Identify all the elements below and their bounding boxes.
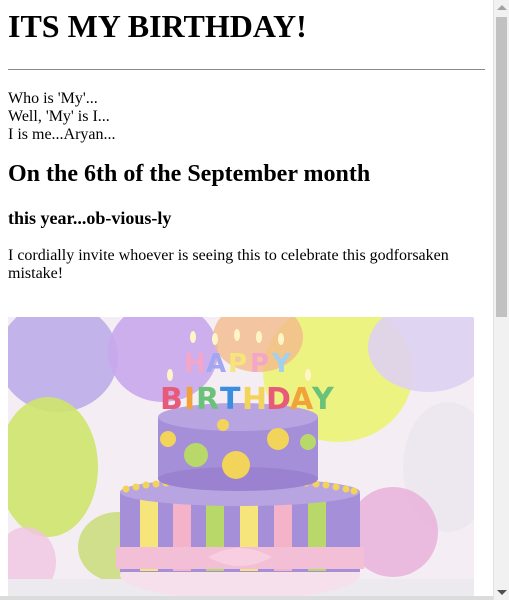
invite-text: I cordially invite whoever is seeing thi… [8, 247, 449, 282]
svg-text:A: A [206, 349, 226, 379]
date-heading: On the 6th of the September month [8, 161, 371, 187]
svg-text:H: H [242, 382, 267, 417]
svg-text:Y: Y [271, 349, 292, 379]
svg-text:P: P [228, 349, 247, 379]
intro-line: Who is 'My'... [8, 90, 98, 107]
scroll-down-arrow-icon[interactable] [497, 590, 507, 595]
page-title: ITS MY BIRTHDAY! [8, 8, 307, 44]
divider [8, 69, 485, 70]
svg-text:P: P [250, 349, 269, 379]
subheading: this year...ob-vious-ly [8, 208, 172, 228]
svg-text:B: B [160, 382, 183, 417]
svg-text:D: D [266, 382, 291, 417]
birthday-cake-image: H A P P Y B I R T H D A Y [8, 317, 474, 600]
svg-text:I: I [184, 382, 195, 417]
intro-line: Well, 'My' is I... [8, 108, 110, 125]
vertical-scrollbar[interactable] [493, 0, 509, 600]
svg-text:T: T [220, 382, 241, 417]
intro-line: I is me...Aryan... [8, 126, 116, 143]
svg-text:Y: Y [311, 382, 335, 417]
scroll-up-arrow-icon[interactable] [497, 5, 507, 10]
svg-text:H: H [184, 349, 206, 379]
scrollbar-thumb[interactable] [496, 17, 507, 317]
page-content: ITS MY BIRTHDAY! Who is 'My'... Well, 'M… [0, 0, 493, 600]
svg-text:R: R [196, 382, 219, 417]
intro-lines: Who is 'My'... Well, 'My' is I... I is m… [8, 90, 485, 144]
svg-text:A: A [290, 382, 314, 417]
horizontal-scrollbar[interactable] [0, 596, 493, 600]
